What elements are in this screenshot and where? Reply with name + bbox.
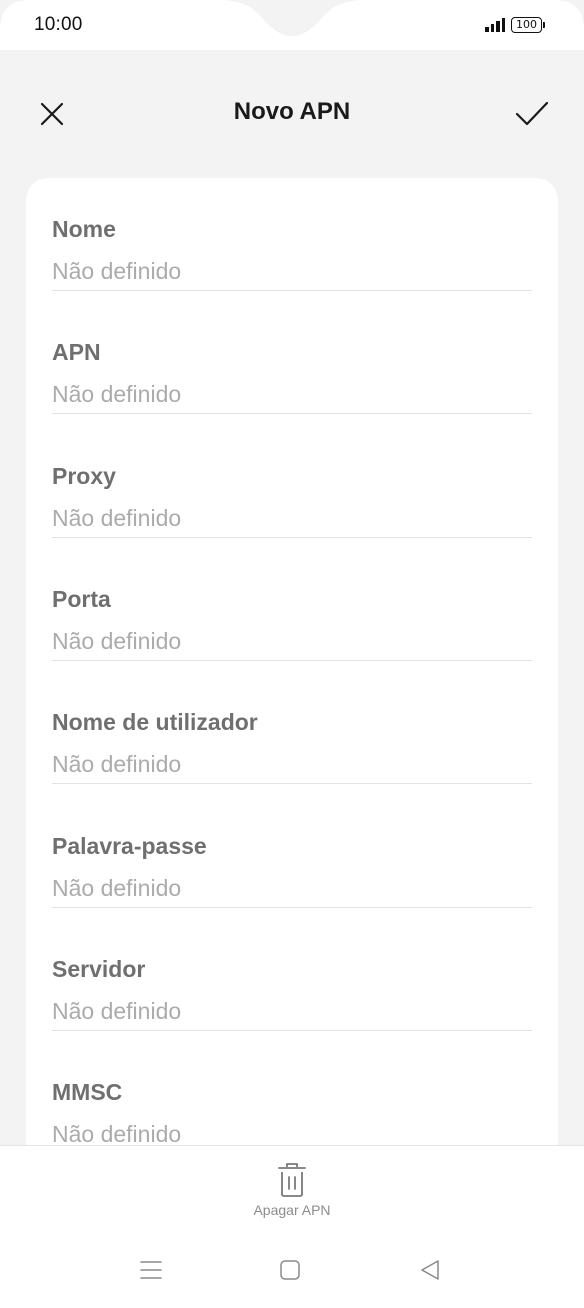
- home-icon: [280, 1260, 300, 1280]
- header: Novo APN: [0, 80, 584, 144]
- status-indicators: 100: [485, 17, 545, 33]
- field-label: Servidor: [52, 956, 146, 982]
- field-label: Proxy: [52, 463, 116, 489]
- field-value: Não definido: [52, 1121, 182, 1147]
- field-value: Não definido: [52, 505, 182, 531]
- field-apn[interactable]: APN Não definido: [52, 331, 532, 414]
- confirm-button[interactable]: [512, 94, 552, 134]
- signal-icon: [485, 18, 505, 32]
- battery-icon: 100: [511, 17, 545, 33]
- status-time: 10:00: [34, 14, 83, 35]
- nav-menu-button[interactable]: [131, 1250, 171, 1290]
- nav-back-button[interactable]: [410, 1250, 450, 1290]
- field-value: Não definido: [52, 258, 182, 284]
- field-mmsc[interactable]: MMSC Não definido: [52, 1071, 532, 1154]
- battery-level: 100: [516, 18, 537, 31]
- field-value: Não definido: [52, 628, 182, 654]
- delete-apn-label: Apagar APN: [253, 1202, 331, 1218]
- apn-settings-card: Nome Não definido APN Não definido Proxy…: [26, 178, 558, 1158]
- field-value: Não definido: [52, 751, 182, 777]
- field-value: Não definido: [52, 998, 182, 1024]
- field-porta[interactable]: Porta Não definido: [52, 578, 532, 661]
- page-title: Novo APN: [233, 98, 351, 125]
- field-label: APN: [52, 339, 101, 365]
- field-label: MMSC: [52, 1079, 123, 1105]
- menu-icon: [140, 1261, 162, 1279]
- field-proxy[interactable]: Proxy Não definido: [52, 455, 532, 538]
- field-label: Palavra-passe: [52, 833, 207, 859]
- status-bar: 10:00 100: [0, 0, 584, 52]
- field-label: Porta: [52, 586, 111, 612]
- field-servidor[interactable]: Servidor Não definido: [52, 948, 532, 1031]
- field-nome-de-utilizador[interactable]: Nome de utilizador Não definido: [52, 701, 532, 784]
- field-value: Não definido: [52, 381, 182, 407]
- navigation-bar: [0, 1240, 584, 1290]
- checkmark-icon: [515, 101, 549, 126]
- delete-apn-button[interactable]: Apagar APN: [222, 1160, 362, 1224]
- field-label: Nome de utilizador: [52, 709, 258, 735]
- trash-icon: [278, 1163, 306, 1197]
- back-icon: [421, 1260, 439, 1280]
- field-nome[interactable]: Nome Não definido: [52, 208, 532, 291]
- field-label: Nome: [52, 216, 116, 242]
- field-value: Não definido: [52, 875, 182, 901]
- field-palavra-passe[interactable]: Palavra-passe Não definido: [52, 825, 532, 908]
- nav-home-button[interactable]: [270, 1250, 310, 1290]
